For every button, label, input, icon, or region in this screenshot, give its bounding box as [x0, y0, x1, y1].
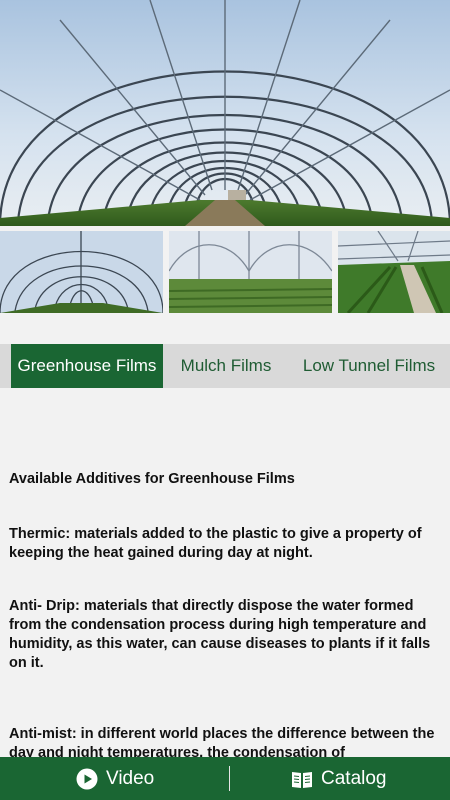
film-type-tabs: Greenhouse Films Mulch Films Low Tunnel …: [0, 344, 450, 388]
thumbnail-greenhouse-rows[interactable]: [338, 231, 450, 313]
bottom-bar-divider: [229, 766, 230, 791]
additive-anti-drip: Anti- Drip: materials that directly disp…: [9, 598, 431, 671]
video-button[interactable]: Video: [76, 757, 154, 800]
catalog-button[interactable]: Catalog: [291, 757, 387, 800]
hero-image: [0, 0, 450, 226]
tab-mulch-films[interactable]: Mulch Films: [170, 344, 282, 388]
tab-greenhouse-films[interactable]: Greenhouse Films: [11, 344, 163, 388]
thumbnail-greenhouse-interior[interactable]: [0, 231, 163, 313]
additives-content: Available Additives for Greenhouse Films…: [9, 470, 445, 763]
bottom-bar: Video Catalog: [0, 757, 450, 800]
video-label: Video: [106, 767, 155, 789]
tab-low-tunnel-films[interactable]: Low Tunnel Films: [290, 344, 448, 388]
additive-thermic: Thermic: materials added to the plastic …: [9, 526, 422, 561]
content-heading: Available Additives for Greenhouse Films: [9, 471, 295, 487]
play-circle-icon: [76, 768, 98, 789]
thumbnail-greenhouse-seedlings[interactable]: [169, 231, 332, 313]
book-icon: [292, 771, 312, 788]
catalog-label: Catalog: [321, 767, 387, 789]
thumbnail-strip: [0, 231, 450, 313]
